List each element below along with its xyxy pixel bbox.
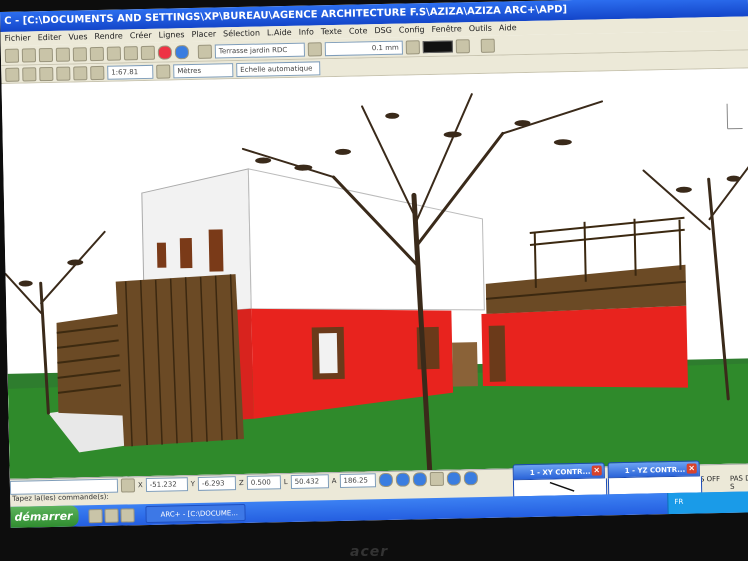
- menu-item[interactable]: Cote: [349, 24, 368, 38]
- help-icon[interactable]: [174, 44, 190, 59]
- taskbar-arc-window[interactable]: ARC+ - [C:\DOCUME...: [145, 503, 246, 524]
- y-label: Y: [190, 479, 196, 488]
- menu-item[interactable]: Fichier: [4, 31, 30, 46]
- refresh-icon[interactable]: [480, 38, 495, 53]
- x-coordinate: -51.232: [145, 476, 188, 492]
- menu-item[interactable]: Fenêtre: [431, 22, 462, 37]
- color-swatch[interactable]: [422, 40, 453, 53]
- pen-icon[interactable]: [197, 44, 213, 59]
- copy-icon[interactable]: [72, 46, 88, 61]
- view-2d-icon[interactable]: [56, 66, 71, 81]
- menu-item[interactable]: Sélection: [223, 27, 260, 42]
- snap-status: S OFF: [699, 475, 721, 484]
- scale-mode-select[interactable]: Echelle automatique: [236, 60, 321, 77]
- pencil-icon[interactable]: [405, 39, 420, 55]
- stop-icon[interactable]: [157, 44, 173, 60]
- menu-item[interactable]: DSG: [374, 24, 392, 38]
- monitor-screen: C - [C:\DOCUMENTS AND SETTINGS\XP\BUREAU…: [0, 0, 748, 528]
- orbit-icon[interactable]: [446, 470, 461, 486]
- open-icon[interactable]: [4, 48, 20, 63]
- menu-item[interactable]: Vues: [68, 30, 87, 44]
- layer-list-icon[interactable]: [307, 41, 322, 57]
- length-value: 50.432: [290, 473, 329, 489]
- xy-control-label: 1 - XY CONTR...: [529, 467, 591, 478]
- rotate-icon[interactable]: [39, 66, 54, 81]
- menu-item[interactable]: L.Aide: [267, 26, 292, 41]
- close-icon[interactable]: ×: [591, 465, 602, 476]
- camera-icon[interactable]: [90, 65, 105, 80]
- explorer-icon[interactable]: [104, 508, 119, 523]
- layers-icon[interactable]: [22, 66, 37, 82]
- 3d-viewport[interactable]: [1, 68, 748, 479]
- arrow-up-icon[interactable]: [140, 45, 156, 60]
- scale-field[interactable]: 1:67.81: [107, 64, 154, 80]
- menu-item[interactable]: Texte: [321, 25, 342, 39]
- yz-control-window[interactable]: 1 - YZ CONTR... ×: [607, 460, 700, 479]
- a-label: A: [331, 476, 337, 485]
- layer-field[interactable]: Terrasse jardin RDC: [214, 42, 305, 59]
- save-icon[interactable]: [21, 47, 37, 63]
- angle-value: 186.25: [339, 472, 376, 488]
- grid-icon[interactable]: [5, 67, 20, 82]
- menu-item[interactable]: Info: [299, 25, 314, 39]
- close-icon[interactable]: ×: [686, 463, 697, 474]
- menu-item[interactable]: Config: [399, 23, 425, 38]
- menu-item[interactable]: Outils: [469, 22, 492, 36]
- xy-control-window[interactable]: 1 - XY CONTR... ×: [512, 462, 605, 481]
- menu-item[interactable]: Aide: [499, 21, 517, 35]
- yz-control-label: 1 - YZ CONTR...: [624, 465, 686, 476]
- menu-item[interactable]: Editer: [38, 31, 62, 45]
- media-icon[interactable]: [120, 508, 135, 523]
- print-icon[interactable]: [38, 47, 54, 62]
- y-coordinate: -6.293: [197, 475, 237, 491]
- grid-status: PAS DE S: [729, 474, 748, 491]
- x-label: X: [137, 480, 143, 489]
- zoom-window-icon[interactable]: [412, 471, 427, 486]
- monitor-brand-logo: acer: [350, 544, 389, 560]
- units-select[interactable]: Mètres: [173, 62, 234, 78]
- l-label: L: [283, 477, 288, 486]
- cut-icon[interactable]: [55, 47, 71, 62]
- menu-item[interactable]: Rendre: [94, 29, 123, 44]
- command-prompt[interactable]: Tapez la(les) commande(s):: [12, 493, 109, 503]
- snap-icon[interactable]: [120, 477, 136, 493]
- menu-item[interactable]: Créer: [130, 29, 152, 43]
- menu-item[interactable]: Lignes: [158, 28, 185, 43]
- z-label: Z: [238, 478, 244, 487]
- refresh-view-icon[interactable]: [463, 470, 478, 485]
- xy-control-preview: [549, 481, 575, 492]
- undo-icon[interactable]: [106, 45, 122, 61]
- paste-icon[interactable]: [89, 46, 105, 61]
- zoom-out-icon[interactable]: [395, 472, 410, 487]
- scale-dropdown-icon[interactable]: [156, 63, 171, 79]
- pan-hand-icon[interactable]: [429, 471, 444, 486]
- redo-icon[interactable]: [123, 45, 139, 60]
- rendered-house-scene: [1, 68, 748, 479]
- system-tray: FR: [667, 491, 748, 515]
- z-coordinate: 0.500: [246, 474, 281, 490]
- zoom-in-icon[interactable]: [378, 472, 393, 487]
- start-button[interactable]: démarrer: [10, 505, 79, 528]
- line-thickness-field[interactable]: 0.1 mm: [324, 40, 403, 56]
- language-indicator[interactable]: FR: [674, 498, 683, 506]
- dropdown-icon[interactable]: [455, 38, 470, 53]
- browser-icon[interactable]: [88, 508, 103, 524]
- menu-item[interactable]: Placer: [191, 27, 216, 42]
- walk-icon[interactable]: [73, 65, 88, 80]
